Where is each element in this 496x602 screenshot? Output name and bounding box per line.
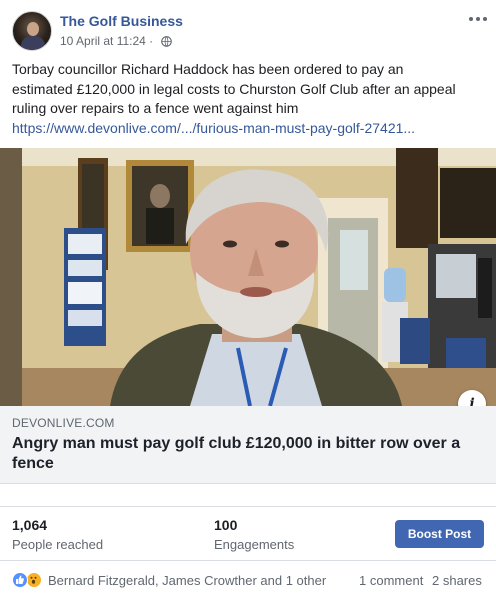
message-line: ruling over repairs to a fence went agai… (12, 100, 299, 116)
message-line: Torbay councillor Richard Haddock has be… (12, 61, 404, 77)
like-icon (12, 572, 28, 588)
article-photo (0, 148, 496, 406)
people-reached-count: 1,064 (12, 517, 48, 533)
link-headline[interactable]: Angry man must pay golf club £120,000 in… (12, 434, 482, 474)
engagements-count: 100 (214, 517, 238, 533)
avatar-face (27, 22, 39, 36)
engagements-label: Engagements (214, 537, 295, 552)
reaction-names[interactable]: Bernard Fitzgerald, James Crowther and 1… (48, 573, 326, 588)
post-header: The Golf Business 10 April at 11:24 · (0, 0, 496, 60)
post-timestamp[interactable]: 10 April at 11:24 · (60, 34, 153, 48)
article-url-link[interactable]: https://www.devonlive.com/.../furious-ma… (12, 119, 484, 139)
more-options-icon[interactable] (468, 12, 488, 26)
link-domain: DEVONLIVE.COM (12, 416, 115, 430)
post-insights: 1,064 People reached 100 Engagements Boo… (0, 506, 496, 556)
shares-count[interactable]: 2 shares (432, 573, 482, 588)
page-avatar[interactable] (12, 11, 52, 51)
message-line: estimated £120,000 in legal costs to Chu… (12, 80, 456, 97)
comments-count[interactable]: 1 comment (359, 573, 423, 588)
avatar-body (21, 36, 45, 50)
post-card: The Golf Business 10 April at 11:24 · To… (0, 0, 496, 602)
post-message: Torbay councillor Richard Haddock has be… (12, 60, 484, 138)
link-preview[interactable]: DEVONLIVE.COM Angry man must pay golf cl… (0, 406, 496, 484)
page-name-link[interactable]: The Golf Business (60, 13, 183, 29)
article-image[interactable] (0, 148, 496, 406)
boost-post-button[interactable]: Boost Post (395, 520, 484, 548)
globe-icon (161, 36, 172, 47)
people-reached-label: People reached (12, 537, 104, 552)
reactions-bar: Bernard Fitzgerald, James Crowther and 1… (0, 560, 496, 598)
wow-icon (26, 572, 42, 588)
